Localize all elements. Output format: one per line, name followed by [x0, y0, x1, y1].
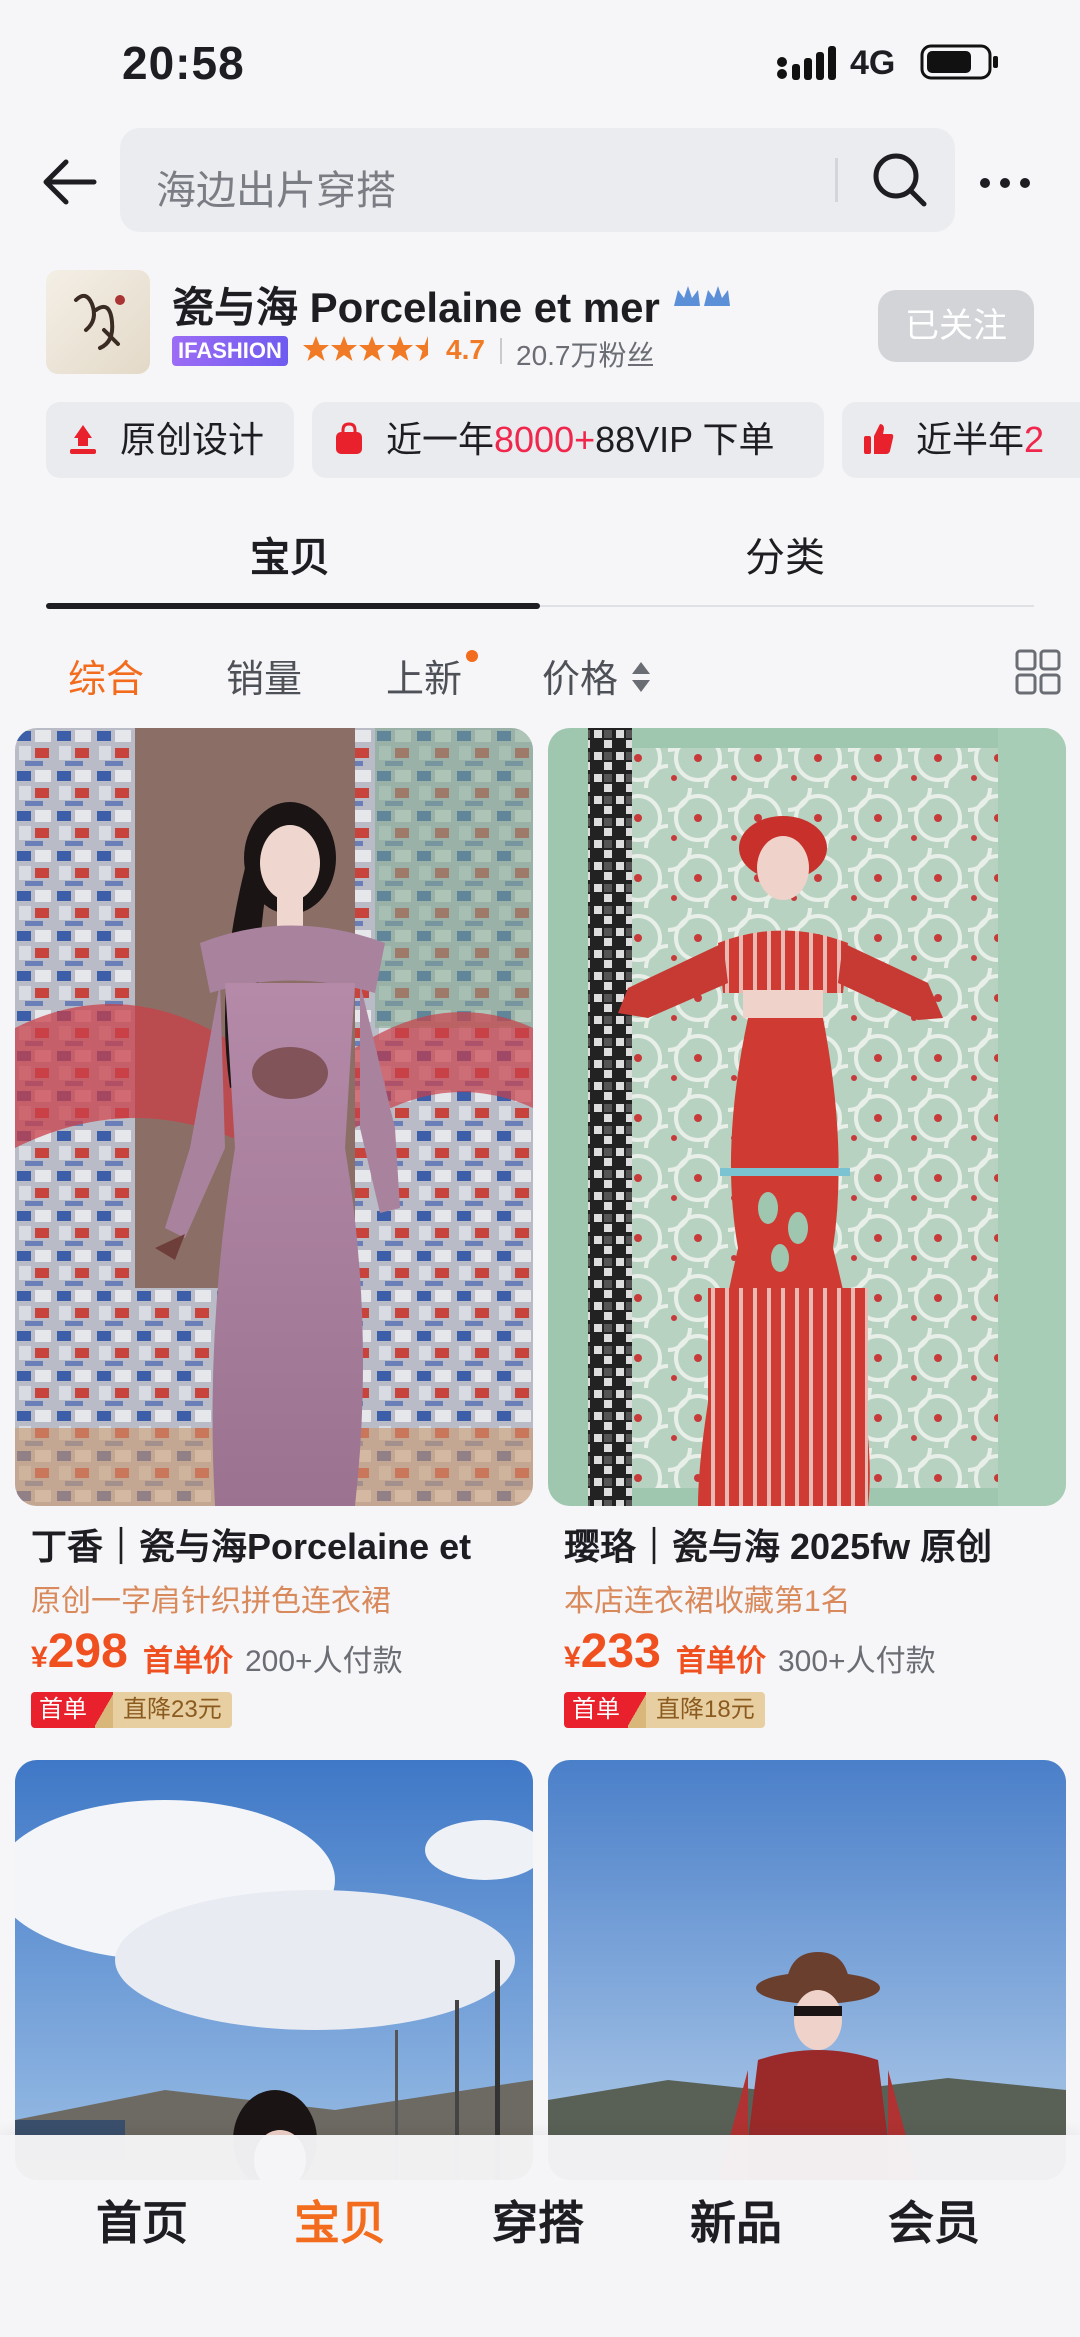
tag-label-pre: 近半年 — [916, 419, 1025, 460]
battery-icon — [920, 44, 998, 80]
sort-new[interactable]: 上新 — [386, 648, 462, 703]
sort-sales[interactable]: 销量 — [226, 648, 302, 703]
shop-fans: 20.7万粉丝 — [516, 340, 655, 371]
product-image[interactable] — [15, 728, 533, 1506]
network-label: 4G — [850, 44, 896, 82]
design-icon — [70, 425, 96, 454]
price-currency: ¥ — [564, 1641, 581, 1674]
bolt-icon — [628, 1692, 646, 1728]
main-tabs: 宝贝 分类 — [0, 505, 1080, 615]
product-subtitle: 原创一字肩针织拼色连衣裙 — [31, 1585, 391, 1618]
product-card[interactable] — [15, 1760, 533, 2180]
shop-rating: 4.7 — [446, 334, 485, 365]
tag-label-post: 88VIP 下单 — [595, 419, 775, 460]
buyers-count: 200+人付款 — [245, 1645, 403, 1678]
tag-label: 原创设计 — [120, 419, 265, 460]
product-card[interactable] — [548, 1760, 1066, 2180]
tag-original-design[interactable]: 原创设计 — [46, 402, 294, 478]
buyers-count: 300+人付款 — [778, 1645, 936, 1678]
status-time: 20:58 — [122, 37, 245, 89]
new-dot-indicator — [466, 650, 478, 662]
product-title[interactable]: 璎珞｜瓷与海 2025fw 原创 — [564, 1518, 1064, 1570]
product-image[interactable] — [15, 1760, 533, 2180]
tab-active-indicator — [46, 603, 540, 609]
promo-badge: 首单 直降23元 — [31, 1692, 232, 1728]
shop-header: 瓷与海 Porcelaine et mer IFASHION 4.7 20.7万… — [0, 260, 1080, 390]
tab-items[interactable]: 宝贝 — [250, 525, 330, 583]
tag-orders[interactable]: 近一年8000+88VIP 下单 — [312, 402, 824, 478]
product-card[interactable]: 丁香｜瓷与海Porcelaine et 原创一字肩针织拼色连衣裙 ¥298 首单… — [15, 728, 533, 1738]
product-card[interactable]: 璎珞｜瓷与海 2025fw 原创 本店连衣裙收藏第1名 ¥233 首单价 300… — [548, 728, 1066, 1738]
bag-icon — [336, 422, 362, 454]
tag-label-pre: 近一年 — [386, 419, 495, 460]
crown-icon — [674, 286, 730, 306]
nav-member[interactable]: 会员 — [888, 2187, 980, 2253]
more-icon[interactable] — [975, 158, 1035, 208]
rating-stars-icon — [303, 336, 428, 361]
bottom-nav: 首页 宝贝 穿搭 新品 会员 — [0, 2135, 1080, 2337]
product-photo-sky-field — [15, 1760, 533, 2180]
tag-label: 近半年2 — [916, 402, 1044, 478]
search-query: 海边出片穿搭 — [156, 169, 396, 213]
promo-badge: 首单 直降18元 — [564, 1692, 765, 1728]
product-subtitle: 本店连衣裙收藏第1名 — [564, 1585, 851, 1618]
first-order-price-label: 首单价 — [143, 1645, 233, 1678]
nav-home[interactable]: 首页 — [96, 2187, 188, 2253]
follow-button[interactable]: 已关注 — [878, 290, 1034, 362]
price-currency: ¥ — [31, 1641, 48, 1674]
product-photo-red-dress — [548, 728, 1066, 1506]
search-input[interactable]: 海边出片穿搭 — [120, 128, 955, 232]
product-image[interactable] — [548, 728, 1066, 1506]
product-photo-lilac-dress — [15, 728, 533, 1506]
product-title[interactable]: 丁香｜瓷与海Porcelaine et — [31, 1518, 531, 1570]
promo-first-order: 首单 — [31, 1692, 95, 1728]
tab-categories[interactable]: 分类 — [745, 525, 825, 583]
product-price: ¥233 — [564, 1624, 661, 1679]
product-price: ¥298 — [31, 1624, 128, 1679]
shop-name[interactable]: 瓷与海 Porcelaine et mer — [172, 274, 660, 335]
promo-first-order: 首单 — [564, 1692, 628, 1728]
sort-price[interactable]: 价格 — [542, 648, 618, 703]
nav-outfits[interactable]: 穿搭 — [492, 2187, 584, 2253]
sort-comprehensive[interactable]: 综合 — [68, 648, 144, 703]
nav-new[interactable]: 新品 — [690, 2187, 782, 2253]
price-value: 298 — [47, 1625, 128, 1678]
shop-logo-art — [74, 293, 125, 350]
tag-label: 近一年8000+88VIP 下单 — [386, 402, 775, 478]
grid-view-icon[interactable] — [1014, 648, 1062, 696]
search-divider — [835, 158, 838, 202]
ifashion-badge: IFASHION — [172, 336, 288, 366]
tag-label-highlight: 2 — [1024, 419, 1045, 460]
signal-icon — [777, 46, 836, 80]
status-bar: 20:58 4G — [0, 0, 1080, 120]
shop-tags: 原创设计 近一年8000+88VIP 下单 近半年2 — [0, 402, 1080, 482]
price-value: 233 — [580, 1625, 661, 1678]
thumbs-up-icon — [864, 424, 894, 454]
rating-divider — [500, 338, 502, 364]
promo-discount: 直降18元 — [646, 1692, 765, 1728]
product-image[interactable] — [548, 1760, 1066, 2180]
promo-discount: 直降23元 — [113, 1692, 232, 1728]
shop-logo[interactable] — [46, 270, 150, 374]
product-photo-cowboy-hat — [548, 1760, 1066, 2180]
bolt-icon — [95, 1692, 113, 1728]
tag-label-highlight: 8000+ — [494, 419, 596, 460]
sort-arrows-icon — [632, 662, 650, 692]
back-arrow-icon[interactable] — [38, 156, 98, 208]
sort-bar: 综合 销量 上新 价格 — [0, 630, 1080, 710]
search-icon[interactable] — [868, 148, 930, 210]
nav-items[interactable]: 宝贝 — [294, 2187, 386, 2253]
tag-likes[interactable]: 近半年2 — [842, 402, 1080, 478]
search-row: 海边出片穿搭 — [0, 120, 1080, 240]
first-order-price-label: 首单价 — [676, 1645, 766, 1678]
